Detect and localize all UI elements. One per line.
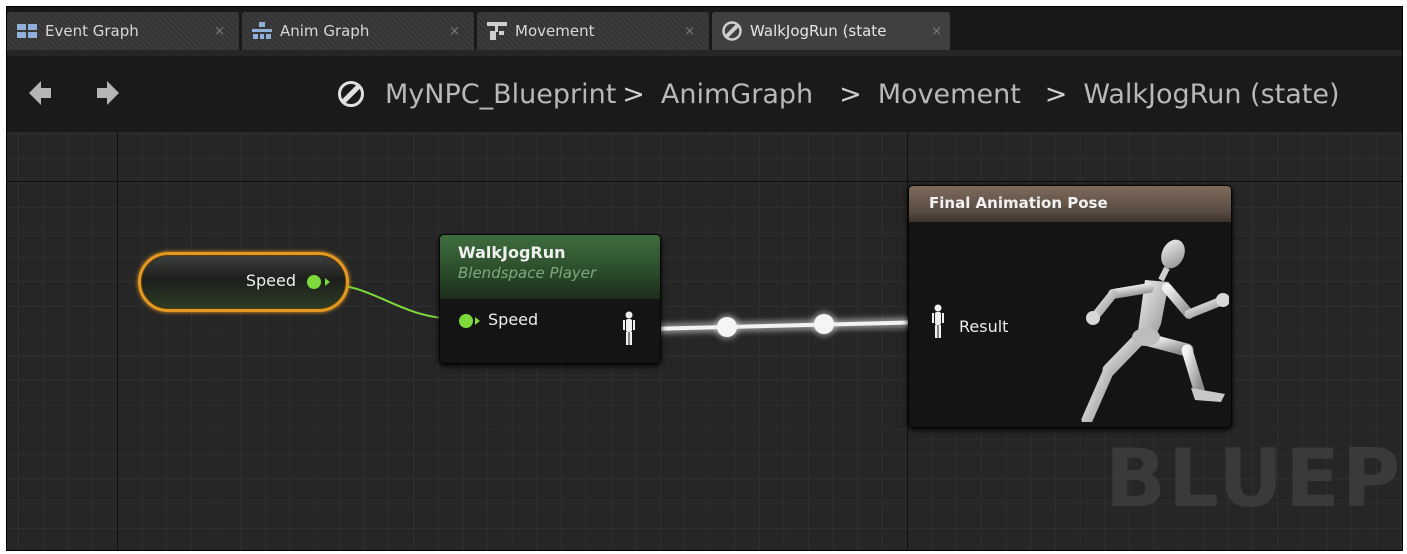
anim-graph-icon [252,22,272,40]
blendspace-node-subtitle: Blendspace Player [458,264,597,282]
result-input-label: Result [959,317,1009,336]
pin-arrow-icon [475,317,480,325]
state-icon [338,81,364,107]
pose-wire [646,320,930,331]
event-graph-icon [17,22,37,40]
state-machine-icon [487,22,507,40]
speed-variable-node[interactable]: Speed [138,252,349,312]
final-pose-node-title: Final Animation Pose [929,194,1108,212]
tab-movement[interactable]: Movement × [477,12,709,50]
tab-label: Event Graph [45,22,139,40]
pose-input-pin-icon[interactable] [931,304,945,338]
breadcrumb-separator: > [622,78,645,110]
blendspace-node-title: WalkJogRun [458,243,566,262]
forward-arrow-icon[interactable] [91,78,121,108]
speed-input-pin[interactable] [459,314,473,328]
graph-canvas[interactable]: BLUEPR Speed WalkJogRun [7,132,1402,550]
blueprint-editor-window: Event Graph × Anim Graph × Movement × Wa… [6,6,1403,551]
close-icon[interactable]: × [214,24,225,39]
running-mannequin-icon [1081,239,1229,422]
speed-output-pin[interactable] [307,275,321,289]
final-animation-pose-node[interactable]: Final Animation Pose Result [908,185,1232,428]
wire-pulse [812,312,836,336]
breadcrumb-item-blueprint[interactable]: MyNPC_Blueprint [385,79,616,110]
tab-bar: Event Graph × Anim Graph × Movement × Wa… [7,7,1402,50]
blueprint-watermark: BLUEPR [1105,432,1403,525]
tab-walkjogrun-state[interactable]: WalkJogRun (state × [712,12,950,50]
breadcrumb-toolbar: MyNPC_Blueprint > AnimGraph > Movement >… [7,56,1402,132]
pin-arrow-icon [325,278,330,286]
breadcrumb-item-animgraph[interactable]: AnimGraph [661,79,813,110]
close-icon[interactable]: × [684,24,695,39]
tab-label: WalkJogRun (state [750,22,887,40]
breadcrumb-separator: > [839,78,862,110]
wire-pulse [715,315,739,339]
breadcrumb-separator: > [1044,78,1068,110]
back-arrow-icon[interactable] [27,78,57,108]
tab-label: Anim Graph [280,22,370,40]
final-pose-node-header: Final Animation Pose [909,186,1231,222]
speed-input-label: Speed [488,310,539,329]
speed-variable-label: Speed [245,271,296,290]
blendspace-player-node[interactable]: WalkJogRun Blendspace Player Speed [439,234,661,364]
tab-label: Movement [515,22,595,40]
breadcrumb-item-movement[interactable]: Movement [878,79,1021,110]
pose-output-pin-icon[interactable] [622,311,636,345]
close-icon[interactable]: × [931,24,942,39]
blendspace-node-header: WalkJogRun Blendspace Player [440,235,660,299]
tab-anim-graph[interactable]: Anim Graph × [242,12,474,50]
breadcrumb-item-current-state[interactable]: WalkJogRun (state) [1083,79,1339,110]
close-icon[interactable]: × [449,24,460,39]
breadcrumb: MyNPC_Blueprint > AnimGraph > Movement >… [337,74,1340,114]
tab-event-graph[interactable]: Event Graph × [7,12,239,50]
state-icon [722,21,742,41]
